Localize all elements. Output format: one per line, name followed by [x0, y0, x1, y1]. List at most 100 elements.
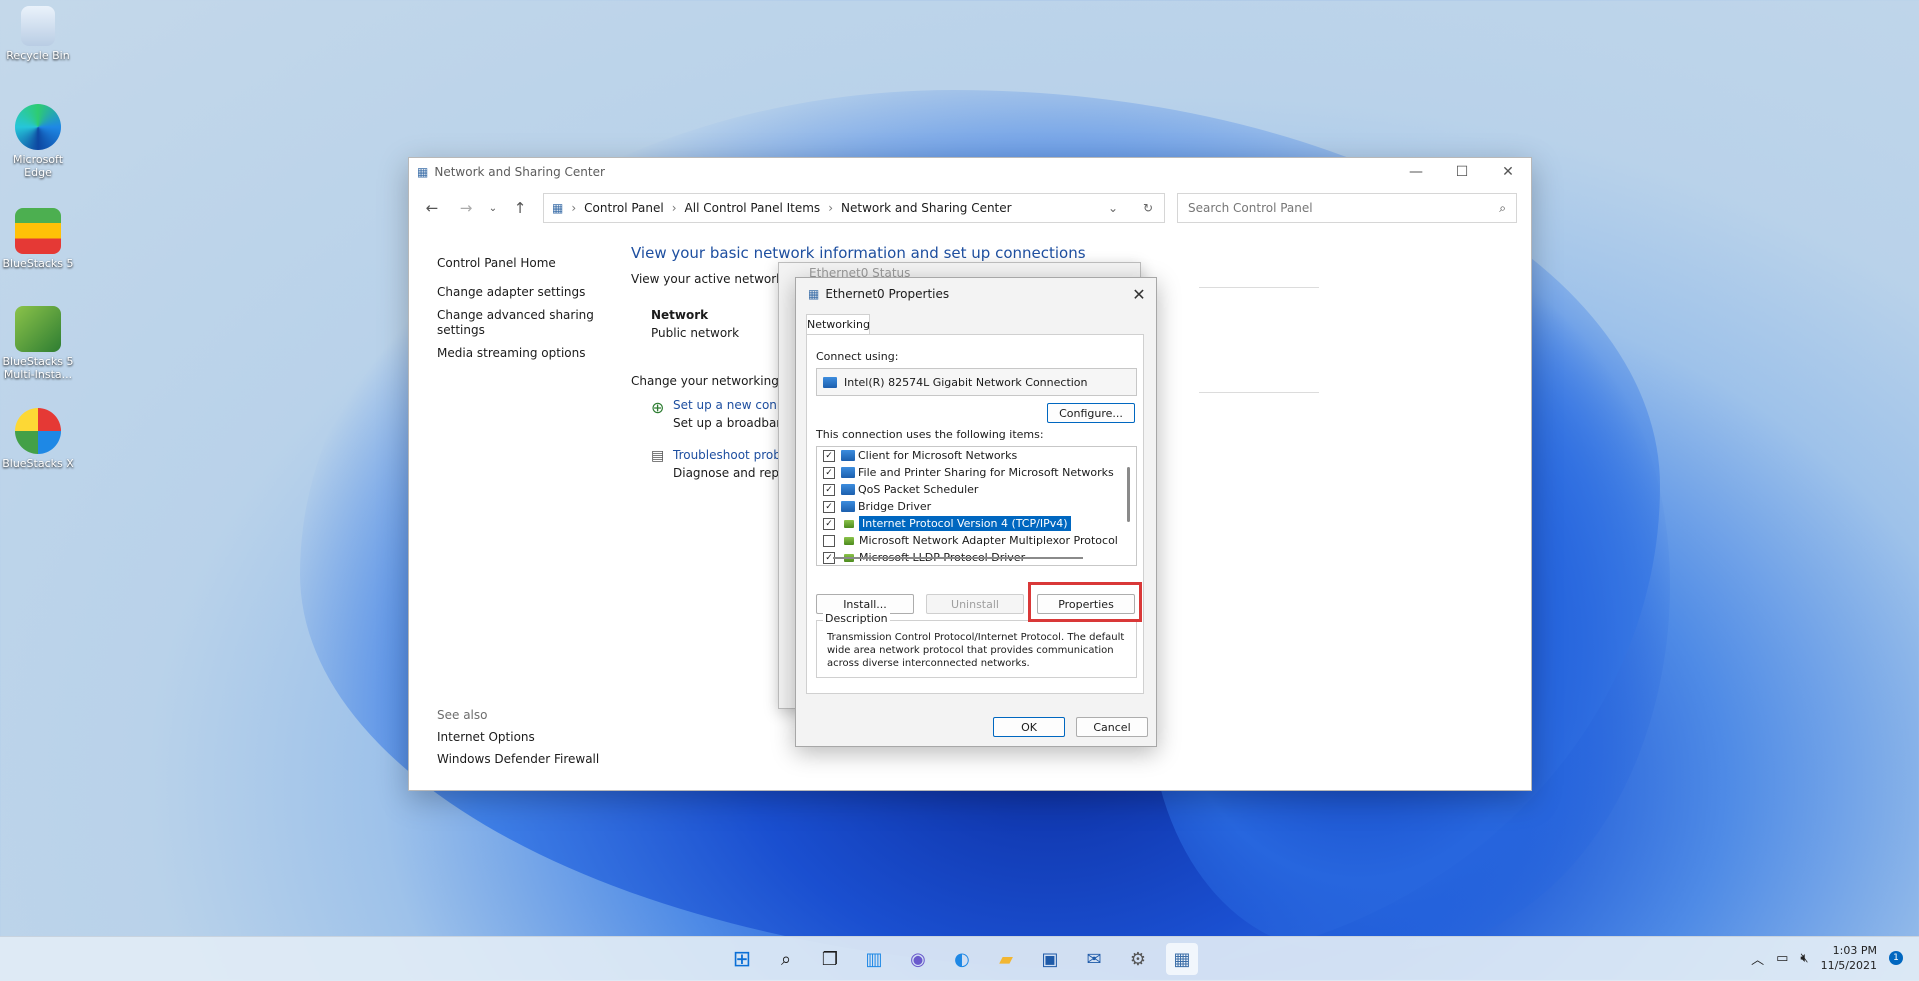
bluestacks-multi-icon — [15, 306, 61, 352]
breadcrumb-item[interactable]: Control Panel — [584, 201, 664, 215]
list-item-label: QoS Packet Scheduler — [858, 483, 979, 496]
left-nav: Control Panel Home Change adapter settin… — [437, 256, 607, 369]
desktop-icon-edge[interactable]: Microsoft Edge — [0, 104, 76, 179]
list-item[interactable]: ✓ File and Printer Sharing for Microsoft… — [817, 464, 1136, 481]
service-icon — [841, 501, 855, 512]
connect-using-label: Connect using: — [816, 350, 899, 363]
network-icon[interactable]: ▭ — [1776, 951, 1788, 966]
setup-connection-link[interactable]: Set up a new conn — [673, 398, 785, 412]
checkbox[interactable]: ✓ — [823, 517, 835, 530]
desktop-icon-label: BlueStacks 5 Multi-Insta... — [2, 355, 74, 381]
close-button[interactable]: ✕ — [1485, 158, 1531, 186]
network-center-icon: ▦ — [417, 165, 429, 179]
list-item[interactable]: Microsoft Network Adapter Multiplexor Pr… — [817, 532, 1136, 549]
back-arrow-icon[interactable]: ← — [415, 199, 449, 217]
link-firewall[interactable]: Windows Defender Firewall — [437, 752, 599, 766]
chat-icon[interactable]: ◉ — [902, 943, 934, 975]
annotation-highlight-box — [1028, 582, 1142, 622]
checkbox[interactable] — [823, 534, 835, 547]
properties-title-bar: ▦ Ethernet0 Properties ✕ — [796, 278, 1156, 310]
list-item-label: Client for Microsoft Networks — [858, 449, 1018, 462]
close-icon[interactable]: ✕ — [1122, 285, 1156, 304]
bluestacks-icon — [15, 208, 61, 254]
divider — [1199, 392, 1319, 393]
control-panel-icon: ▦ — [552, 201, 564, 215]
task-view-icon[interactable]: ❐ — [814, 943, 846, 975]
desktop-icon-bluestacks-multi[interactable]: BlueStacks 5 Multi-Insta... — [0, 306, 76, 381]
breadcrumb-item[interactable]: All Control Panel Items — [685, 201, 821, 215]
link-internet-options[interactable]: Internet Options — [437, 730, 599, 744]
desktop-icon-bluestacks-x[interactable]: BlueStacks X — [0, 408, 76, 470]
ok-button[interactable]: OK — [993, 717, 1065, 737]
maximize-button[interactable]: ☐ — [1439, 158, 1485, 186]
checkbox[interactable]: ✓ — [823, 449, 835, 462]
store-icon[interactable]: ▣ — [1034, 943, 1066, 975]
notification-badge[interactable]: 1 — [1889, 951, 1903, 965]
configure-button[interactable]: Configure... — [1047, 403, 1135, 423]
address-dropdown-icon[interactable]: ⌄ — [1095, 201, 1131, 215]
address-row: ← → ⌄ ↑ ▦ › Control Panel › All Control … — [409, 186, 1531, 230]
nav-change-advanced-sharing[interactable]: Change advanced sharing settings — [437, 308, 607, 338]
page-heading: View your basic network information and … — [631, 244, 1086, 262]
description-text: Transmission Control Protocol/Internet P… — [827, 632, 1125, 669]
search-icon: ⌕ — [1499, 200, 1506, 215]
desktop-icon-label: Microsoft Edge — [12, 153, 64, 179]
desktop-icon-bluestacks5[interactable]: BlueStacks 5 — [0, 208, 76, 270]
mail-icon[interactable]: ✉ — [1078, 943, 1110, 975]
desktop-icon-label: Recycle Bin — [6, 49, 70, 62]
nav-media-streaming[interactable]: Media streaming options — [437, 346, 607, 361]
breadcrumb-item[interactable]: Network and Sharing Center — [841, 201, 1012, 215]
troubleshoot-link[interactable]: Troubleshoot prob — [673, 448, 781, 462]
list-item-label: Bridge Driver — [858, 500, 932, 513]
description-group: Description Transmission Control Protoco… — [816, 612, 1137, 678]
troubleshoot-desc: Diagnose and rep — [673, 466, 780, 480]
address-bar[interactable]: ▦ › Control Panel › All Control Panel It… — [543, 193, 1165, 223]
setup-connection-desc: Set up a broadban — [673, 416, 784, 430]
install-button[interactable]: Install... — [816, 594, 914, 614]
vertical-scrollbar[interactable] — [1127, 467, 1130, 522]
control-panel-icon[interactable]: ▦ — [1166, 943, 1198, 975]
minimize-button[interactable]: — — [1393, 158, 1439, 186]
uninstall-button[interactable]: Uninstall — [926, 594, 1024, 614]
cancel-button[interactable]: Cancel — [1076, 717, 1148, 737]
up-arrow-icon[interactable]: ↑ — [503, 199, 537, 217]
settings-icon[interactable]: ⚙ — [1122, 943, 1154, 975]
search-placeholder: Search Control Panel — [1188, 201, 1313, 215]
chevron-up-icon[interactable]: ︿ — [1751, 949, 1764, 968]
search-icon[interactable]: ⌕ — [770, 943, 802, 975]
start-icon[interactable]: ⊞ — [726, 943, 758, 975]
recent-chevron-icon[interactable]: ⌄ — [483, 203, 503, 214]
adapter-name: Intel(R) 82574L Gigabit Network Connecti… — [844, 375, 1088, 389]
horizontal-scrollbar[interactable] — [833, 557, 1083, 559]
file-explorer-icon[interactable]: ▰ — [990, 943, 1022, 975]
checkbox[interactable]: ✓ — [823, 500, 835, 513]
widgets-icon[interactable]: ▥ — [858, 943, 890, 975]
checkbox[interactable]: ✓ — [823, 466, 835, 479]
title-bar: ▦ Network and Sharing Center — ☐ ✕ — [409, 158, 1531, 186]
nav-change-adapter-settings[interactable]: Change adapter settings — [437, 285, 607, 300]
desktop-icon-label: BlueStacks X — [2, 457, 74, 470]
items-list[interactable]: ✓ Client for Microsoft Networks ✓ File a… — [816, 446, 1137, 566]
forward-arrow-icon[interactable]: → — [449, 199, 483, 217]
tab-networking[interactable]: Networking — [806, 314, 870, 335]
client-icon — [841, 450, 855, 461]
list-item-label: Microsoft Network Adapter Multiplexor Pr… — [859, 534, 1118, 547]
list-item[interactable]: ✓ Client for Microsoft Networks — [817, 447, 1136, 464]
volume-muted-icon[interactable]: 🔇︎ — [1800, 951, 1808, 966]
bluestacks-x-icon — [15, 408, 61, 454]
window-title: Network and Sharing Center — [434, 165, 605, 179]
desktop-icon-recycle-bin[interactable]: Recycle Bin — [0, 6, 76, 62]
breadcrumb-chevron-icon: › — [671, 201, 677, 215]
nav-control-panel-home[interactable]: Control Panel Home — [437, 256, 607, 271]
search-input[interactable]: Search Control Panel ⌕ — [1177, 193, 1517, 223]
list-item[interactable]: ✓ QoS Packet Scheduler — [817, 481, 1136, 498]
adapter-field: Intel(R) 82574L Gigabit Network Connecti… — [816, 368, 1137, 396]
edge-icon[interactable]: ◐ — [946, 943, 978, 975]
list-item-selected[interactable]: ✓ Internet Protocol Version 4 (TCP/IPv4) — [817, 515, 1136, 532]
clock[interactable]: 1:03 PM 11/5/2021 — [1821, 943, 1877, 973]
list-item[interactable]: ✓ Bridge Driver — [817, 498, 1136, 515]
checkbox[interactable]: ✓ — [823, 483, 835, 496]
see-also-heading: See also — [437, 708, 488, 722]
list-item-label: Internet Protocol Version 4 (TCP/IPv4) — [858, 515, 1072, 532]
refresh-icon[interactable]: ↻ — [1131, 201, 1164, 215]
